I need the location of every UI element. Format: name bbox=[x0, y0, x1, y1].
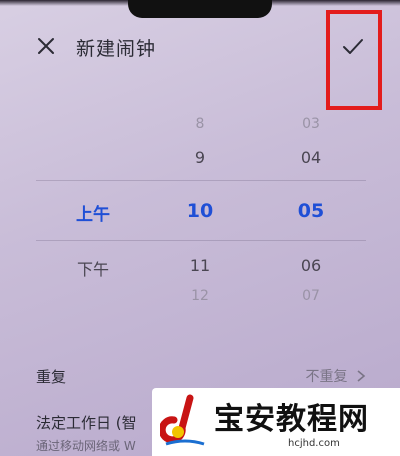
hour-option: 8 bbox=[195, 116, 205, 132]
minute-selected: 05 bbox=[297, 200, 325, 222]
ampm-selected: 上午 bbox=[76, 205, 110, 225]
chevron-right-icon bbox=[357, 370, 366, 382]
repeat-setting-row[interactable]: 重复 不重复 bbox=[36, 366, 366, 387]
watermark-banner: 宝安教程网 hcjhd.com bbox=[152, 388, 400, 456]
hour-selected: 10 bbox=[186, 200, 214, 222]
hour-option: 9 bbox=[194, 148, 206, 167]
minute-option: 04 bbox=[300, 148, 322, 167]
hour-option: 11 bbox=[189, 256, 211, 275]
time-picker[interactable]: 上午 下午 8 9 10 11 12 03 04 05 06 07 bbox=[0, 110, 400, 310]
ampm-option: 下午 bbox=[76, 260, 109, 279]
close-button[interactable] bbox=[32, 32, 60, 60]
hour-option: 12 bbox=[191, 288, 209, 304]
repeat-value-text: 不重复 bbox=[305, 369, 348, 385]
watermark-name: 宝安教程网 bbox=[214, 402, 369, 437]
minute-option: 03 bbox=[302, 116, 320, 132]
watermark-url: hcjhd.com bbox=[288, 438, 340, 449]
repeat-label: 重复 bbox=[36, 368, 67, 386]
repeat-value: 不重复 bbox=[306, 366, 366, 386]
camera-notch bbox=[128, 0, 272, 18]
minute-option: 06 bbox=[300, 256, 322, 275]
picker-divider-top bbox=[36, 180, 366, 181]
page-title: 新建闹钟 bbox=[76, 38, 157, 60]
minute-option: 07 bbox=[302, 288, 320, 304]
annotation-highlight-box bbox=[326, 10, 382, 110]
site-logo-icon bbox=[160, 394, 205, 446]
close-icon bbox=[38, 38, 54, 54]
picker-divider-bottom bbox=[36, 240, 366, 241]
